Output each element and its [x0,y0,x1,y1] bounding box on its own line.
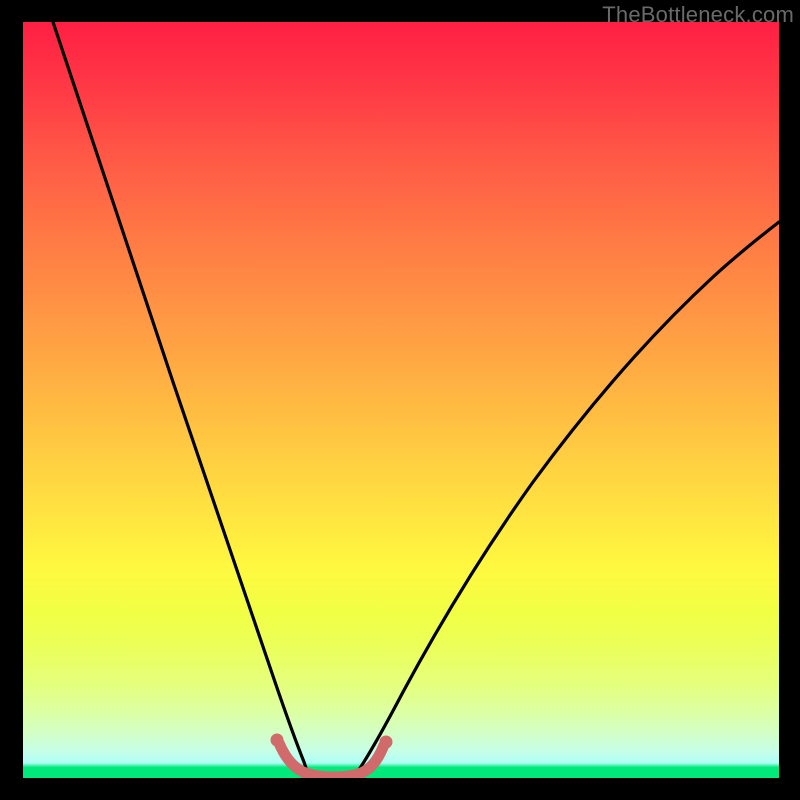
right-curve [356,222,779,774]
left-curve [53,22,308,774]
bottom-highlight [279,743,384,777]
highlight-end-right [380,736,393,749]
chart-frame: TheBottleneck.com [0,0,800,800]
highlight-end-left [271,734,284,747]
plot-area [23,22,779,778]
curve-layer [23,22,779,778]
watermark-text: TheBottleneck.com [602,2,794,28]
